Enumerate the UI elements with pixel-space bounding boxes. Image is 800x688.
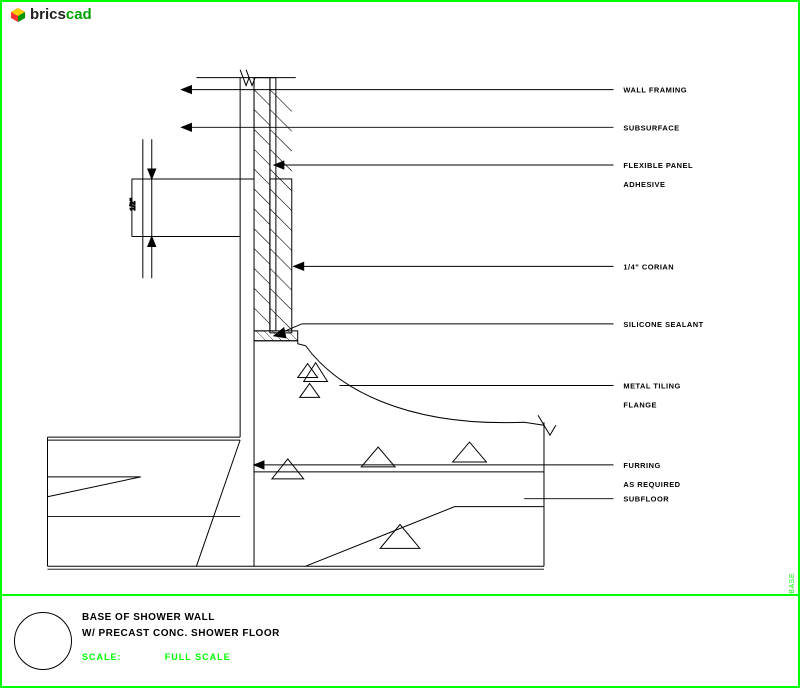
label-flange: FLANGE xyxy=(623,400,657,409)
logo-icon xyxy=(10,7,26,23)
logo-suffix: cad xyxy=(66,6,92,23)
app-logo: bricscad xyxy=(10,6,92,23)
logo-text: bricscad xyxy=(30,6,92,23)
label-metal-tiling: METAL TILING xyxy=(623,381,680,390)
label-adhesive: ADHESIVE xyxy=(623,180,665,189)
drawing-canvas: 1/2" xyxy=(6,30,794,596)
technical-drawing: 1/2" xyxy=(6,30,794,596)
main-frame: bricscad xyxy=(0,0,800,688)
title-line-1: BASE OF SHOWER WALL xyxy=(82,610,280,626)
scale-value: FULL SCALE xyxy=(165,652,231,662)
label-silicone: SILICONE SEALANT xyxy=(623,320,703,329)
label-wall-framing: WALL FRAMING xyxy=(623,86,687,95)
label-subfloor: SUBFLOOR xyxy=(623,495,669,504)
label-corian: 1/4" CORIAN xyxy=(623,262,674,271)
title-block: BASE OF SHOWER WALL W/ PRECAST CONC. SHO… xyxy=(2,594,798,686)
scale-label: SCALE: xyxy=(82,652,122,662)
label-subsurface: SUBSURFACE xyxy=(623,123,679,132)
label-furring: FURRING xyxy=(623,461,660,470)
dimension-label: 1/2" xyxy=(130,198,137,211)
leaders xyxy=(182,86,614,499)
title-texts: BASE OF SHOWER WALL W/ PRECAST CONC. SHO… xyxy=(82,610,280,666)
title-line-2: W/ PRECAST CONC. SHOWER FLOOR xyxy=(82,626,280,642)
side-watermark: BASE xyxy=(789,573,796,594)
label-as-required: AS REQUIRED xyxy=(623,480,680,489)
detail-circle xyxy=(14,612,72,670)
logo-prefix: brics xyxy=(30,6,66,23)
label-flexible-panel: FLEXIBLE PANEL xyxy=(623,161,693,170)
